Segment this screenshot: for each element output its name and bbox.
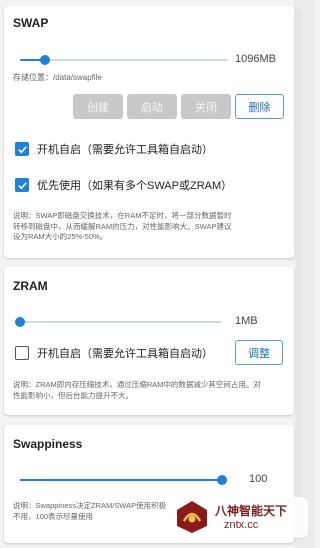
storage-location: 存储位置：/data/swapfile (13, 73, 102, 82)
watermark-title: 八神智能天下 (215, 504, 288, 518)
swap-desc-line: 转移到磁盘中，从而缓解RAM的压力，对性能影响大。SWAP建议 (13, 221, 232, 231)
zram-description: 说明：ZRAM即内存压缩技术，通过压缩RAM中的数据减少其空间占用。对 性能影响… (13, 380, 289, 401)
check-icon (17, 145, 27, 153)
swappiness-slider[interactable] (20, 475, 227, 485)
swap-priority-label: 优先使用（如果有多个SWAP或ZRAM） (37, 180, 233, 192)
swappiness-value: 100 (249, 473, 268, 485)
swap-size-value: 1096MB (235, 53, 276, 65)
zram-desc-line: 性能影响小，但后台能力提升不大。 (13, 390, 133, 400)
zram-autostart-label: 开机自启（需要允许工具箱自启动） (37, 348, 213, 360)
check-icon (17, 181, 27, 189)
swap-description: 说明：SWAP即磁盘交换技术，在RAM不足时，将一部分数据暂时 转移到磁盘中，从… (13, 211, 289, 243)
delete-button[interactable]: 删除 (235, 94, 284, 119)
zram-desc-line: 说明：ZRAM即内存压缩技术，通过压缩RAM中的数据减少其空间占用。对 (13, 380, 261, 389)
stop-button[interactable]: 关闭 (181, 94, 231, 119)
zram-size-value: 1MB (235, 315, 258, 327)
swap-desc-line: 说明：SWAP即磁盘交换技术，在RAM不足时，将一部分数据暂时 (13, 211, 232, 220)
start-button[interactable]: 启动 (127, 94, 177, 119)
watermark: 八神智能天下 zntx.cc (172, 497, 308, 537)
create-button[interactable]: 创建 (73, 94, 123, 119)
swap-desc-line: 设为RAM大小的25%-50%。 (13, 232, 108, 241)
swap-card: SWAP 1096MB 存储位置：/data/swapfile 创建 启动 关闭… (4, 6, 294, 258)
zram-slider[interactable] (15, 317, 222, 327)
swap-priority-row[interactable]: 优先使用（如果有多个SWAP或ZRAM） (15, 177, 232, 193)
scroll-strip (294, 0, 315, 548)
swap-slider-thumb[interactable] (39, 55, 50, 65)
zram-card: ZRAM 1MB 开机自启（需要允许工具箱自启动） 调整 说明：ZRAM即内存压… (4, 267, 294, 415)
zram-autostart-checkbox[interactable] (15, 346, 29, 360)
swappiness-title: Swappiness (13, 437, 83, 451)
swappiness-slider-thumb[interactable] (217, 475, 227, 485)
zram-autostart-row[interactable]: 开机自启（需要允许工具箱自启动） (15, 345, 213, 361)
watermark-url: zntx.cc (224, 519, 259, 531)
swappiness-slider-fill (20, 479, 222, 481)
watermark-logo-icon (177, 501, 207, 533)
adjust-button[interactable]: 调整 (235, 340, 283, 365)
zram-title: ZRAM (13, 279, 48, 293)
swap-autostart-checkbox[interactable] (15, 142, 29, 156)
swap-priority-checkbox[interactable] (15, 178, 29, 192)
swap-autostart-label: 开机自启（需要允许工具箱自启动） (37, 144, 213, 156)
scrollbar[interactable] (296, 10, 302, 530)
swap-title: SWAP (13, 16, 49, 30)
swap-autostart-row[interactable]: 开机自启（需要允许工具箱自启动） (15, 141, 213, 157)
zram-slider-thumb[interactable] (15, 317, 25, 327)
swap-slider[interactable] (20, 55, 228, 65)
